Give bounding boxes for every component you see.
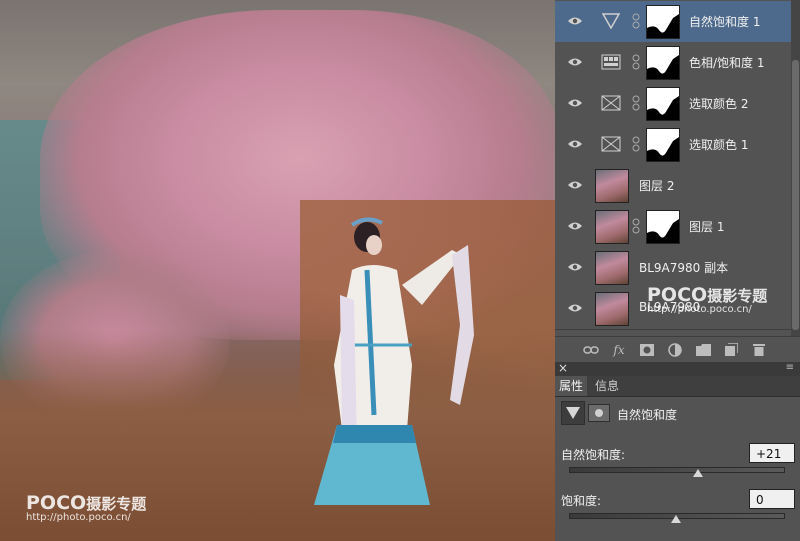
chain-link-icon[interactable] — [632, 13, 640, 29]
layer-row[interactable]: 图层 2 — [555, 165, 791, 207]
properties-panel: × ≡ 属性 信息 自然饱和度 自然饱和度: +21 饱和度: 0 — [555, 361, 800, 541]
layer-mask-thumbnail[interactable] — [646, 128, 680, 162]
layer-mask-icon[interactable] — [588, 404, 610, 422]
vibrance-slider-thumb[interactable] — [693, 469, 704, 477]
delete-layer-icon[interactable] — [751, 343, 767, 357]
properties-title-bar: × ≡ — [555, 361, 800, 376]
layer-row[interactable]: 选取颜色 2 — [555, 83, 791, 125]
vibrance-triangle-icon — [561, 401, 585, 425]
add-mask-icon[interactable] — [639, 343, 655, 357]
layer-row[interactable]: 自然饱和度 1 — [555, 1, 791, 43]
layer-name: 选取颜色 2 — [689, 97, 749, 111]
layer-mask-thumbnail[interactable] — [646, 5, 680, 39]
watermark-bottom: POCO摄影专题 http://photo.poco.cn/ — [26, 492, 146, 523]
panel-watermark-title: 摄影专题 — [707, 287, 768, 305]
saturation-input[interactable]: 0 — [749, 489, 795, 509]
layer-row[interactable]: 图层 1 — [555, 206, 791, 248]
vibrance-slider[interactable] — [569, 467, 785, 473]
panel-watermark-logo: POCO — [647, 284, 708, 306]
layer-name: 图层 2 — [639, 179, 675, 193]
visibility-eye-icon[interactable] — [568, 180, 582, 190]
tab-properties[interactable]: 属性 — [555, 376, 588, 396]
hue-saturation-icon — [598, 50, 624, 74]
visibility-eye-icon[interactable] — [568, 16, 582, 26]
layers-toolbar: fx — [555, 336, 800, 362]
layer-mask-thumbnail[interactable] — [646, 87, 680, 121]
selective-color-icon — [598, 91, 624, 115]
properties-tabs: 属性 信息 — [555, 376, 800, 397]
visibility-eye-icon[interactable] — [568, 303, 582, 313]
new-layer-icon[interactable] — [723, 343, 739, 357]
layer-name: 选取颜色 1 — [689, 138, 749, 152]
saturation-label: 饱和度: — [561, 494, 602, 508]
layer-name: 色相/饱和度 1 — [689, 56, 765, 70]
watermark-url: http://photo.poco.cn/ — [26, 512, 131, 523]
visibility-eye-icon[interactable] — [568, 98, 582, 108]
visibility-eye-icon[interactable] — [568, 139, 582, 149]
properties-body: 自然饱和度 自然饱和度: +21 饱和度: 0 — [555, 397, 800, 541]
document-canvas[interactable]: POCO摄影专题 http://photo.poco.cn/ — [0, 0, 555, 541]
close-icon[interactable]: × — [558, 361, 568, 375]
opera-woman-figure — [314, 217, 474, 505]
vibrance-input[interactable]: +21 — [749, 443, 795, 463]
layer-mask-thumbnail[interactable] — [646, 210, 680, 244]
layer-row[interactable]: BL9A7980 副本 — [555, 247, 791, 289]
chain-link-icon[interactable] — [632, 218, 640, 234]
link-layers-icon[interactable] — [583, 343, 599, 357]
selective-color-icon — [598, 132, 624, 156]
new-group-icon[interactable] — [695, 343, 711, 357]
panel-watermark: POCO摄影专题 http://photo.poco.cn/ — [647, 284, 767, 315]
layer-name: 图层 1 — [689, 220, 725, 234]
adjustment-layer-icon[interactable] — [667, 342, 683, 357]
vibrance-triangle-icon — [598, 9, 624, 33]
chain-link-icon[interactable] — [632, 136, 640, 152]
panel-menu-icon[interactable]: ≡ — [786, 362, 794, 373]
layer-row[interactable]: 色相/饱和度 1 — [555, 42, 791, 84]
layer-thumbnail — [595, 251, 629, 285]
layers-scroll-thumb[interactable] — [792, 60, 799, 330]
layer-thumbnail — [595, 169, 629, 203]
saturation-slider-thumb[interactable] — [671, 515, 681, 523]
visibility-eye-icon[interactable] — [568, 57, 582, 67]
adjustment-title: 自然饱和度 — [617, 408, 678, 422]
layers-scrollbar[interactable] — [791, 0, 800, 336]
layers-panel: 自然饱和度 1 色相/饱和度 1 选取颜色 2 选取颜色 1 图层 2 图层 1 BL9A7… — [555, 0, 800, 362]
tab-info[interactable]: 信息 — [591, 376, 623, 396]
visibility-eye-icon[interactable] — [568, 221, 582, 231]
watermark-logo: POCO — [26, 492, 87, 514]
vibrance-label: 自然饱和度: — [561, 448, 626, 462]
visibility-eye-icon[interactable] — [568, 262, 582, 272]
panel-watermark-url: http://photo.poco.cn/ — [647, 304, 752, 315]
layer-row[interactable]: 选取颜色 1 — [555, 124, 791, 166]
layer-mask-thumbnail[interactable] — [646, 46, 680, 80]
fx-icon[interactable]: fx — [611, 343, 627, 357]
layer-name: BL9A7980 副本 — [639, 261, 729, 275]
layer-thumbnail — [595, 292, 629, 326]
layer-thumbnail — [595, 210, 629, 244]
chain-link-icon[interactable] — [632, 95, 640, 111]
watermark-title: 摄影专题 — [86, 495, 147, 513]
layer-name: 自然饱和度 1 — [689, 15, 761, 29]
chain-link-icon[interactable] — [632, 54, 640, 70]
